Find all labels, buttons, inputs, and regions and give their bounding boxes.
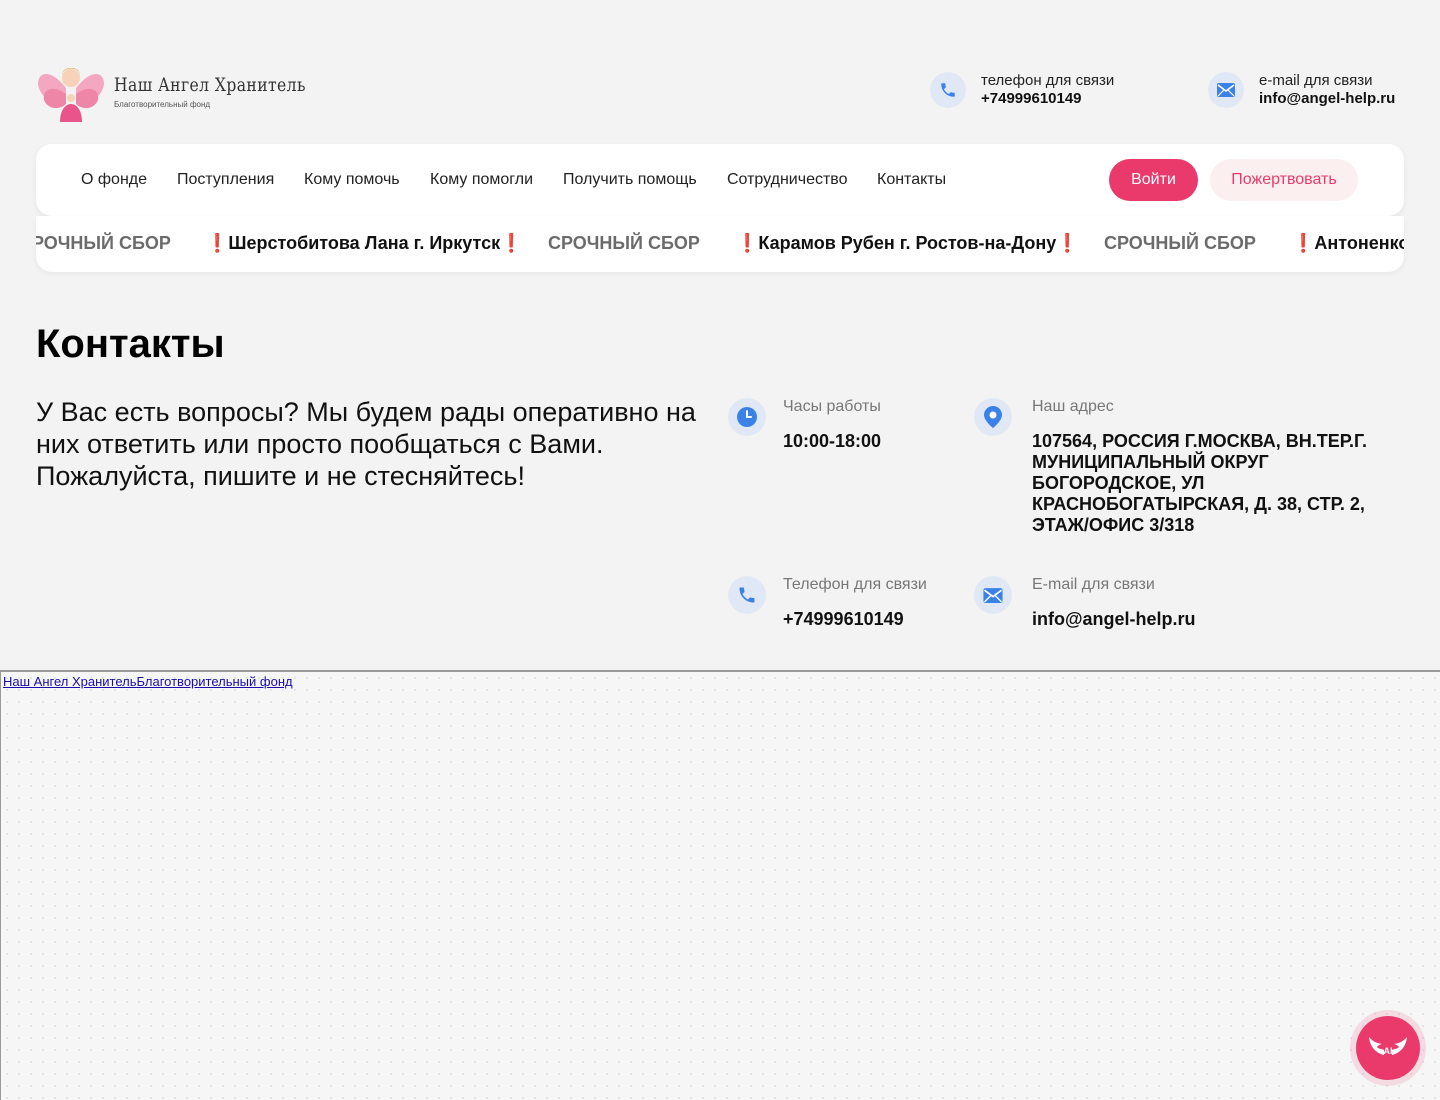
clock-icon [728, 398, 766, 436]
header-email-value[interactable]: info@angel-help.ru [1259, 90, 1395, 108]
angel-logo-icon [38, 68, 104, 122]
hours-label: Часы работы [783, 398, 881, 415]
exclamation-icon: ❗ [500, 233, 523, 253]
header-email-label: e-mail для связи [1259, 72, 1373, 89]
ai-assistant-button[interactable]: AI [1356, 1016, 1420, 1080]
header-phone-label: телефон для связи [981, 72, 1115, 89]
logo[interactable]: Наш Ангел Хранитель Благотворительный фо… [36, 58, 348, 124]
ticker-name[interactable]: ❗Карамов Рубен г. Ростов-на-Дону❗ [736, 233, 1079, 254]
nav-item-help-whom[interactable]: Кому помочь [304, 171, 400, 189]
nav-item-contacts[interactable]: Контакты [877, 171, 946, 189]
exclamation-icon: ❗ [1292, 233, 1315, 253]
ticker-urgent: РОЧНЫЙ СБОР [36, 233, 171, 253]
phone-label: Телефон для связи [783, 576, 927, 593]
contacts-intro: У Вас есть вопросы? Мы будем рады операт… [36, 397, 696, 491]
nav-item-get-help[interactable]: Получить помощь [563, 171, 697, 189]
logo-subtitle: Благотворительный фонд [114, 99, 211, 109]
angel-wings-icon: AI [1369, 1037, 1407, 1056]
page-title: Контакты [36, 322, 225, 366]
exclamation-icon: ❗ [736, 233, 759, 253]
ai-label: AI [1384, 1046, 1393, 1056]
email-value[interactable]: info@angel-help.ru [1032, 609, 1196, 630]
urgent-ticker: РОЧНЫЙ СБОР ❗Шерстобитова Лана г. Иркутс… [36, 216, 1404, 272]
address-label: Наш адрес [1032, 398, 1114, 415]
ticker-urgent: СРОЧНЫЙ СБОР [548, 233, 700, 253]
nav-item-about[interactable]: О фонде [81, 171, 147, 189]
mail-icon [974, 576, 1012, 614]
map-org-link[interactable]: Наш Ангел ХранительБлаготворительный фон… [3, 674, 293, 689]
login-button[interactable]: Войти [1109, 159, 1198, 201]
hours-value: 10:00-18:00 [783, 431, 882, 451]
ticker-name[interactable]: ❗Шерстобитова Лана г. Иркутск❗ [206, 233, 523, 254]
ticker-name[interactable]: ❗Антоненко [1292, 233, 1404, 254]
ticker-urgent: СРОЧНЫЙ СБОР [1104, 233, 1256, 253]
phone-icon [930, 72, 966, 108]
header-phone[interactable]: телефон для связи +74999610149 [930, 72, 1114, 108]
header-email[interactable]: e-mail для связи info@angel-help.ru [1208, 72, 1395, 108]
map-embed[interactable]: Наш Ангел ХранительБлаготворительный фон… [0, 670, 1440, 1100]
ticker-name-text: Шерстобитова Лана г. Иркутск [228, 233, 501, 253]
nav-item-helped[interactable]: Кому помогли [430, 171, 533, 189]
ticker-name-text: Антоненко [1314, 233, 1404, 253]
exclamation-icon: ❗ [206, 233, 229, 253]
nav-item-receipts[interactable]: Поступления [177, 171, 274, 189]
main-nav: О фонде Поступления Кому помочь Кому пом… [36, 144, 1404, 216]
email-label: E-mail для связи [1032, 576, 1155, 593]
logo-title: Наш Ангел Хранитель [114, 73, 306, 96]
nav-item-cooperation[interactable]: Сотрудничество [727, 171, 848, 189]
ticker-name-text: Карамов Рубен г. Ростов-на-Дону [758, 233, 1057, 253]
phone-icon [728, 576, 766, 614]
location-pin-icon [974, 398, 1012, 436]
header-phone-value[interactable]: +74999610149 [981, 90, 1114, 108]
donate-button[interactable]: Пожертвовать [1210, 159, 1358, 201]
address-value: 107564, РОССИЯ Г.МОСКВА, ВН.ТЕР.Г. МУНИЦ… [1032, 431, 1368, 535]
mail-icon [1208, 72, 1244, 108]
exclamation-icon: ❗ [1056, 233, 1079, 253]
phone-value[interactable]: +74999610149 [783, 609, 904, 630]
